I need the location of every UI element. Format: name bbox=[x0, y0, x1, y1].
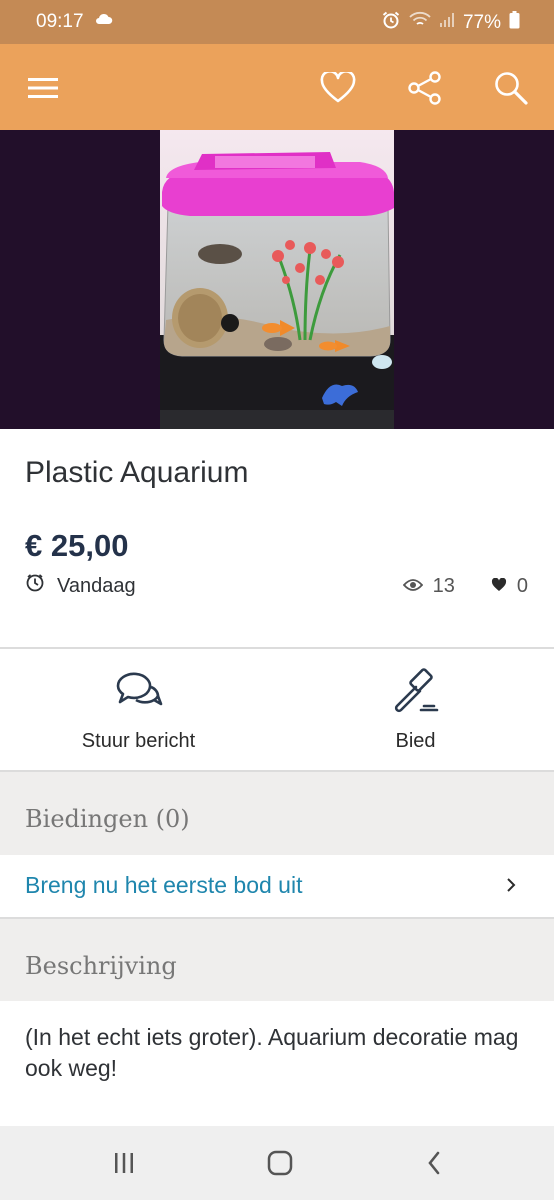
menu-icon[interactable] bbox=[21, 66, 65, 110]
status-time: 09:17 bbox=[36, 11, 84, 32]
battery-icon bbox=[509, 11, 520, 35]
listing-stats: 13 0 bbox=[402, 572, 528, 600]
place-first-bid-row[interactable]: Breng nu het eerste bod uit bbox=[0, 855, 554, 917]
battery-percentage: 77% bbox=[462, 12, 501, 33]
listing-title: Plastic Aquarium bbox=[25, 456, 249, 489]
view-count: 13 bbox=[432, 574, 455, 597]
description-section-header: Beschrijving bbox=[0, 917, 554, 1001]
heart-icon[interactable] bbox=[316, 66, 360, 110]
listing-photo-area bbox=[0, 130, 554, 429]
status-bar: 09:17 77% bbox=[0, 0, 554, 44]
signal-icon bbox=[439, 12, 455, 34]
cloud-icon bbox=[95, 12, 113, 30]
recent-apps-button[interactable] bbox=[104, 1146, 144, 1180]
divider bbox=[0, 647, 554, 649]
system-nav-bar bbox=[0, 1126, 554, 1200]
description-text: (In het echt iets groter). Aquarium deco… bbox=[25, 1024, 519, 1081]
bid-label: Bied bbox=[395, 730, 436, 752]
bid-button[interactable]: Bied bbox=[277, 650, 554, 770]
bids-section-header: Biedingen (0) bbox=[0, 772, 554, 855]
app-bar bbox=[0, 44, 554, 130]
search-icon[interactable] bbox=[489, 66, 533, 110]
listing-date: Vandaag bbox=[57, 574, 136, 597]
listing-photo[interactable] bbox=[160, 130, 394, 429]
alarm-icon bbox=[381, 10, 401, 36]
chat-icon bbox=[114, 666, 164, 721]
back-button[interactable] bbox=[414, 1146, 454, 1180]
eye-icon bbox=[402, 575, 423, 598]
share-icon[interactable] bbox=[403, 66, 447, 110]
bids-heading: Biedingen (0) bbox=[25, 805, 190, 833]
chevron-right-icon bbox=[506, 877, 516, 898]
listing-price: € 25,00 bbox=[25, 528, 129, 563]
send-message-button[interactable]: Stuur bericht bbox=[0, 650, 277, 770]
home-button[interactable] bbox=[260, 1146, 300, 1180]
gavel-icon bbox=[391, 666, 441, 721]
listing-date-row: Vandaag bbox=[25, 572, 136, 600]
status-icons: 77% bbox=[381, 10, 520, 36]
place-first-bid-link[interactable]: Breng nu het eerste bod uit bbox=[25, 872, 302, 899]
like-count: 0 bbox=[516, 574, 528, 597]
send-message-label: Stuur bericht bbox=[81, 730, 196, 752]
clock-icon bbox=[25, 573, 45, 599]
description-heading: Beschrijving bbox=[25, 952, 177, 980]
heart-small-icon bbox=[491, 575, 507, 598]
wifi-icon bbox=[409, 11, 431, 35]
